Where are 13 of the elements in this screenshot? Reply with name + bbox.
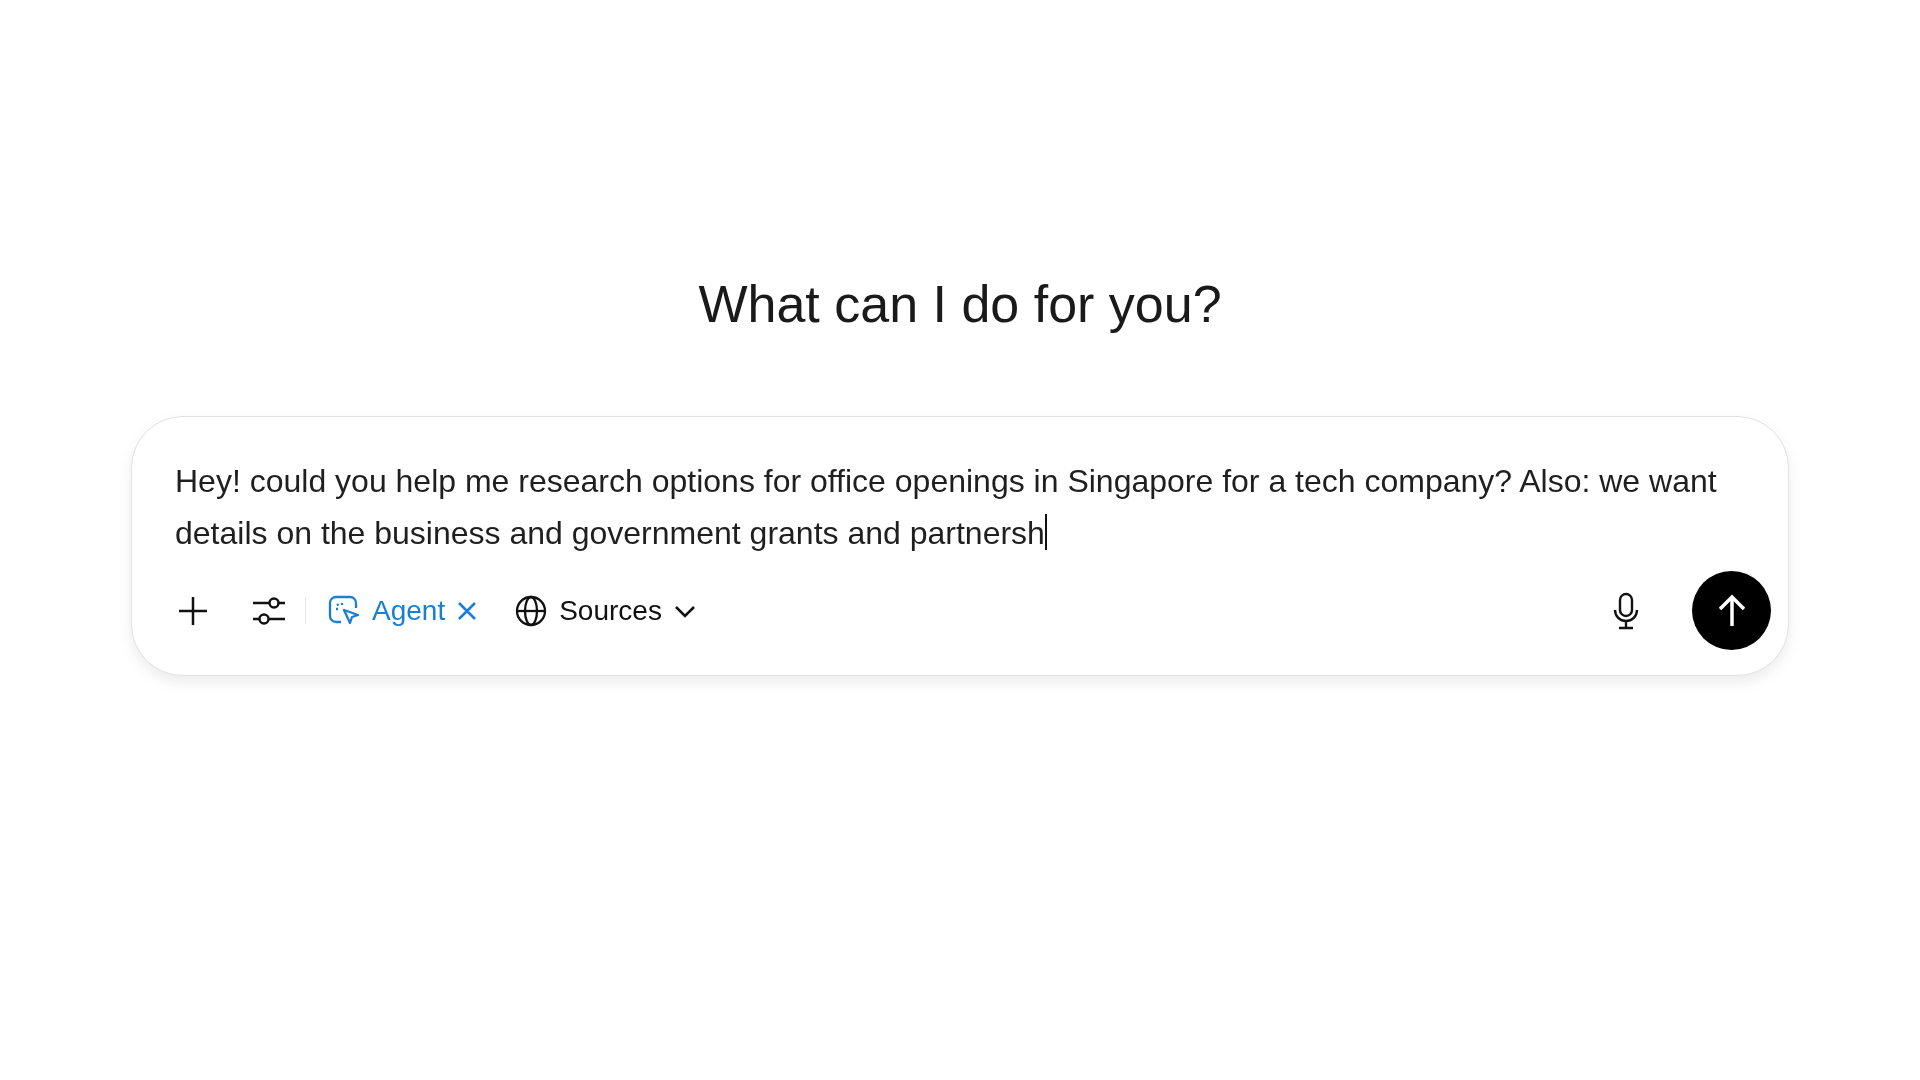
- cursor-frame-icon: [328, 594, 360, 627]
- close-icon[interactable]: [457, 600, 478, 621]
- microphone-icon: [1612, 591, 1640, 630]
- plus-icon: [177, 594, 209, 627]
- message-input[interactable]: Hey! could you help me research options for office openings in Singapore for a tech company? Also: we want details on the business and government grants and partnersh: [175, 455, 1745, 559]
- arrow-up-icon: [1716, 593, 1747, 628]
- sliders-icon: [253, 595, 285, 626]
- globe-icon: [515, 594, 548, 627]
- agent-label: Agent: [372, 593, 446, 628]
- sources-dropdown[interactable]: Sources: [515, 589, 696, 632]
- chevron-down-icon: [673, 603, 696, 618]
- agent-mode-chip[interactable]: Agent: [328, 588, 478, 633]
- page-heading: What can I do for you?: [698, 274, 1222, 335]
